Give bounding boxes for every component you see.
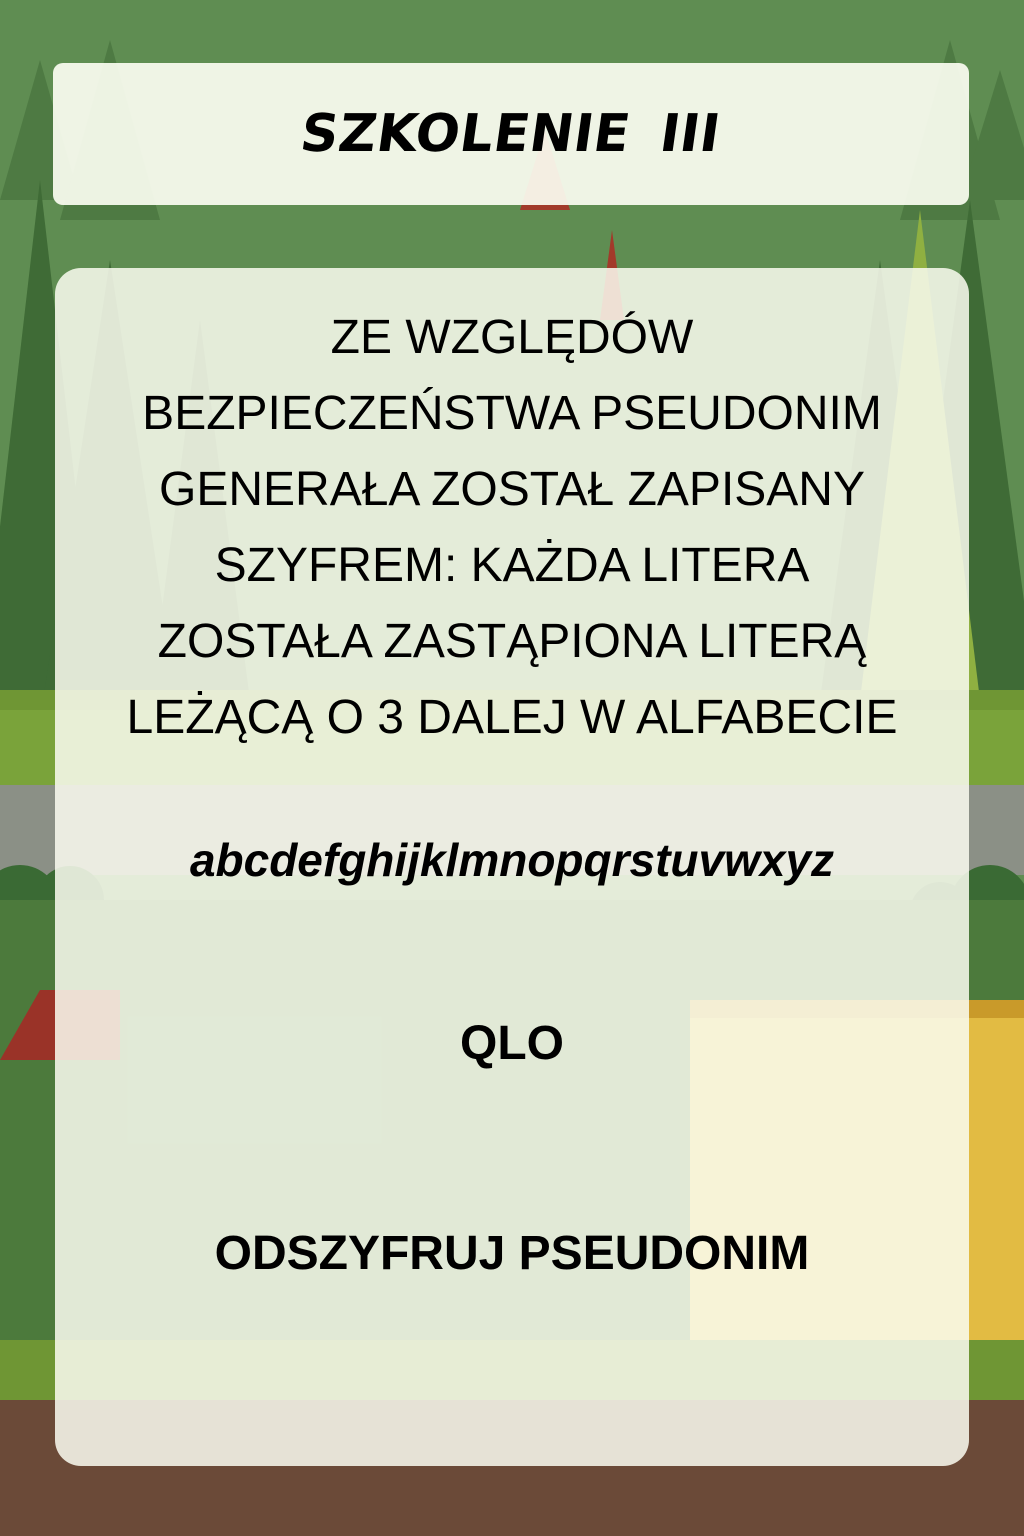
task-prompt: ODSZYFRUJ PSEUDONIM: [214, 1227, 810, 1280]
content-card: ZE WZGLĘDÓW BEZPIECZEŃSTWA PSEUDONIM GEN…: [55, 268, 969, 1466]
instruction-text: ZE WZGLĘDÓW BEZPIECZEŃSTWA PSEUDONIM GEN…: [126, 311, 898, 744]
title-banner: SZKOLENIE III: [53, 63, 969, 205]
page-title: SZKOLENIE III: [297, 104, 725, 164]
alphabet-row: abcdefghijklmnopqrstuvwxyz: [189, 834, 835, 886]
cipher-text: QLO: [460, 1017, 564, 1070]
